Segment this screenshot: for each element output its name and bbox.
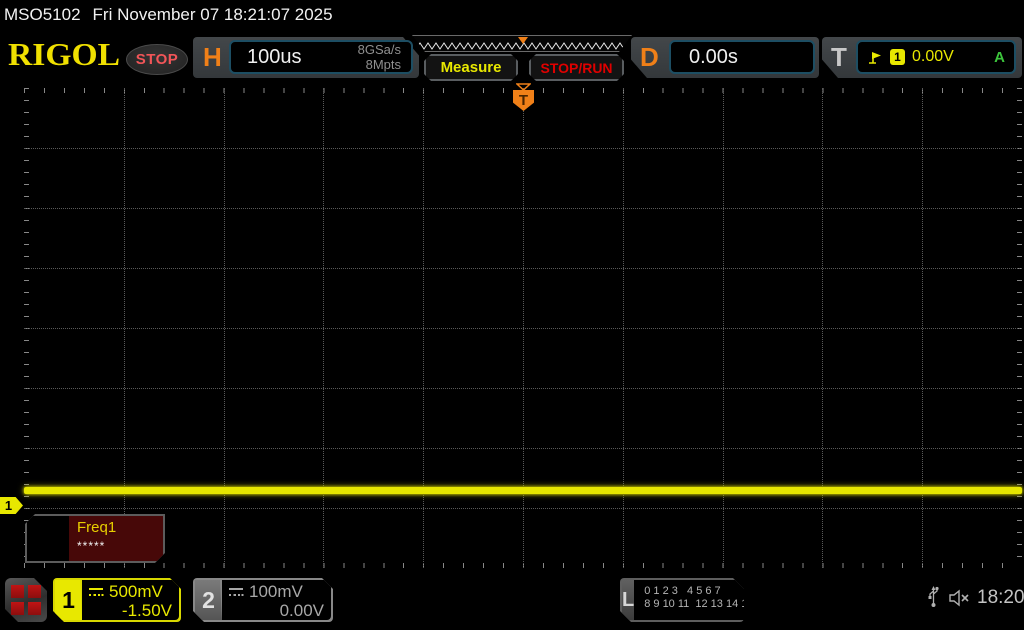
delay-label: D [640,42,659,72]
acquisition-info: 8GSa/s 8Mpts [358,42,411,72]
measurement-value: ***** [77,539,106,553]
grid-hline-center [24,328,1022,329]
grid-hline [24,148,1022,149]
grid-hline [24,268,1022,269]
channel1-status-block[interactable]: 1 500mV -1.50V [53,578,181,622]
usb-icon [928,586,939,607]
channel2-tab[interactable]: 2 [195,580,222,620]
app-grid-icon [11,602,24,615]
measurement-thumbnail [27,516,69,561]
trigger-level-marker[interactable]: T [513,90,534,111]
measurement-body: Freq1 ***** [69,516,163,561]
app-grid-icon [28,585,41,598]
measure-button[interactable]: Measure [424,54,518,81]
logic-analyzer-block[interactable]: L 0 1 2 3 4 5 6 78 9 10 11 12 13 14 15 [620,578,744,622]
grid-hline [24,208,1022,209]
timebase-display[interactable]: 100us 8GSa/s 8Mpts [229,40,413,74]
speaker-muted-icon [949,589,969,607]
preview-trigger-position-icon[interactable] [518,37,528,44]
channel2-scale: 100mV [249,582,303,601]
dc-coupling-icon [228,587,244,597]
delay-display[interactable]: 0.00s [669,40,815,74]
logic-channel-list: 0 1 2 3 4 5 6 78 9 10 11 12 13 14 15 [634,580,753,620]
app-grid-icon [28,602,41,615]
channel1-ground-marker[interactable]: 1 [0,497,23,514]
timebase-value: 100us [247,45,302,68]
delay-value: 0.00s [689,45,738,68]
app-grid-button[interactable] [5,578,47,622]
rigol-logo: RIGOL [8,36,121,72]
trigger-display[interactable]: 1 0.00V A [856,40,1016,74]
stop-run-button[interactable]: STOP/RUN [529,54,624,81]
horizontal-label: H [203,42,222,72]
logic-row1: 0 1 2 3 4 5 6 7 [644,585,721,597]
channel1-tab[interactable]: 1 [55,580,82,620]
graticule: T [24,83,1022,568]
channel2-status-block[interactable]: 2 100mV 0.00V [193,578,333,622]
channel1-waveform [24,487,1022,494]
trigger-position-triangle-icon[interactable] [516,83,531,91]
memory-depth: 8Mpts [365,57,401,72]
dc-coupling-icon [88,587,104,597]
sample-rate: 8GSa/s [357,42,401,57]
trigger-mode-auto: A [994,48,1005,66]
measurement-popup-freq1[interactable]: Freq1 ***** [25,514,165,563]
app-grid-icon [11,585,24,598]
waveform-preview-strip[interactable] [412,35,632,52]
model-name: MSO5102 [4,5,81,24]
grid-hline [24,388,1022,389]
clock-text: 18:20 [977,587,1024,608]
top-info-bar: MSO5102 Fri November 07 18:21:07 2025 [0,0,1024,30]
run-state-badge[interactable]: STOP [126,44,188,75]
datetime-text: Fri November 07 18:21:07 2025 [92,5,333,24]
channel1-values: 500mV -1.50V [82,580,179,620]
channel1-scale: 500mV [109,582,163,601]
channel2-offset: 0.00V [279,601,324,620]
rising-edge-trigger-icon [869,52,881,64]
measurement-title: Freq1 [77,519,117,536]
trigger-source-badge: 1 [890,49,905,65]
grid-hline [24,448,1022,449]
logic-row2: 8 9 10 11 12 13 14 15 [644,598,754,610]
trigger-level-value: 0.00V [912,48,954,65]
grid-hline [24,508,1022,509]
trigger-label: T [831,42,847,72]
channel2-values: 100mV 0.00V [222,580,331,620]
channel1-offset: -1.50V [121,601,172,620]
logic-analyzer-tab[interactable]: L [622,580,634,620]
